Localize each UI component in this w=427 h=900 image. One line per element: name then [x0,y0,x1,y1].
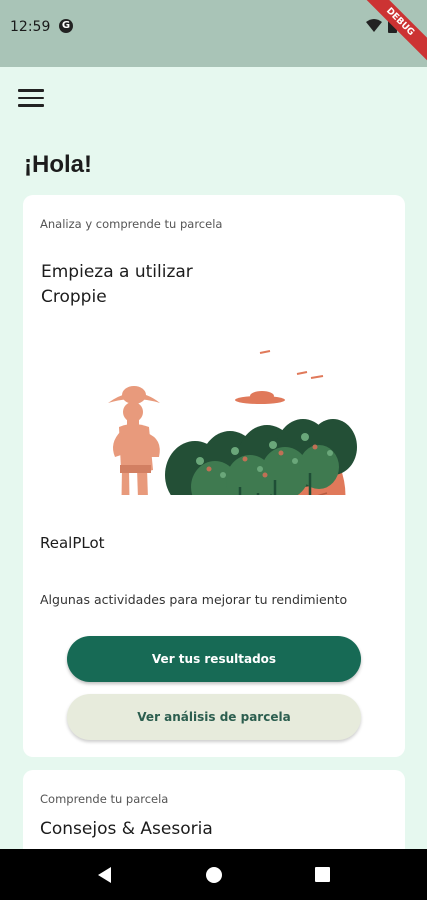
plot-description: Algunas actividades para mejorar tu rend… [40,592,348,607]
debug-banner: DEBUG [355,0,427,67]
home-circle-icon[interactable] [194,855,234,895]
farmer-field-illustration [108,350,357,495]
status-time: 12:59 [10,19,51,35]
status-bar: 12:59 G DEBUG [0,0,427,67]
advice-card[interactable]: Comprende tu parcela Consejos & Asesoria [23,770,405,860]
g-notification-icon: G [59,19,73,33]
hamburger-menu-icon[interactable] [18,89,44,109]
analysis-card: Analiza y comprende tu parcela Empieza a… [23,195,405,757]
recents-square-icon[interactable] [303,855,343,895]
system-nav-bar [0,849,427,900]
advice-card-title: Consejos & Asesoria [40,819,213,839]
wifi-icon [366,18,382,32]
back-triangle-icon[interactable] [85,855,125,895]
advice-card-subtitle: Comprende tu parcela [40,792,169,806]
plot-name: RealPLot [40,534,105,552]
greeting-title: ¡Hola! [24,151,92,178]
view-plot-analysis-button[interactable]: Ver análisis de parcela [67,694,361,740]
view-results-button[interactable]: Ver tus resultados [67,636,361,682]
app-content: ¡Hola! Analiza y comprende tu parcela Em… [0,67,427,860]
card-subtitle: Analiza y comprende tu parcela [40,217,223,231]
